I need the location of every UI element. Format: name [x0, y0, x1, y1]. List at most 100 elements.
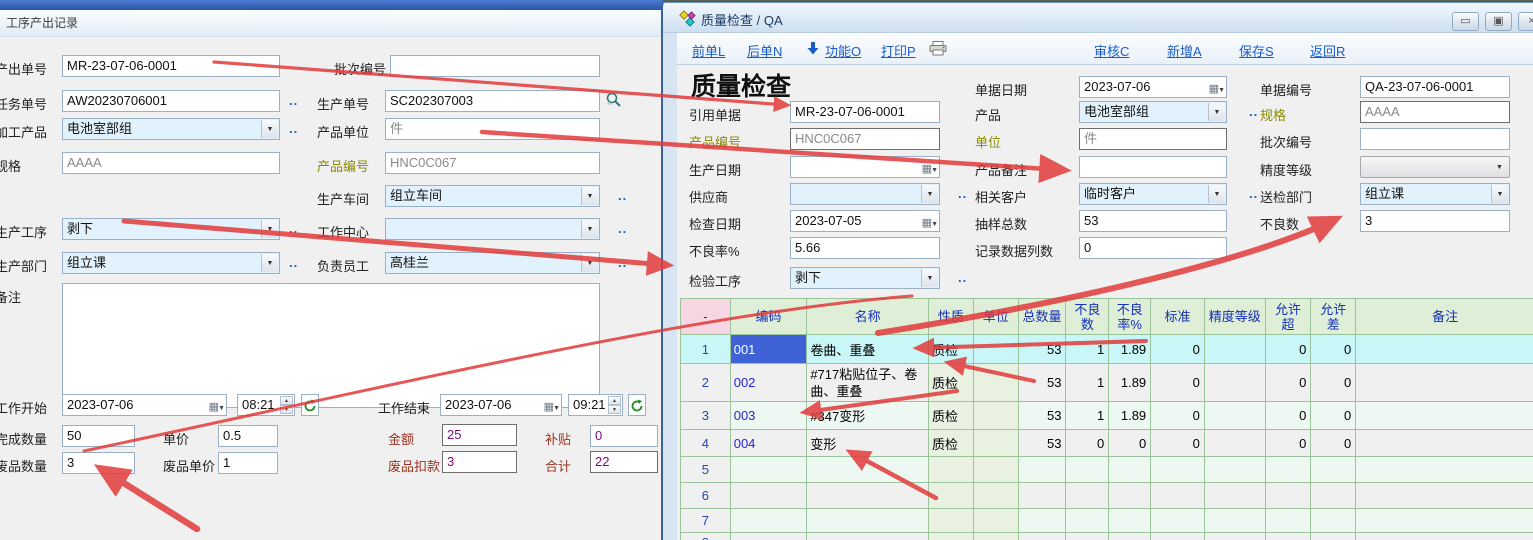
cell-r8c0[interactable]: 8 [681, 533, 731, 540]
chevron-down-icon[interactable]: ▼ [1208, 103, 1225, 121]
refresh-start-button[interactable] [301, 394, 319, 416]
process-lookup-button[interactable]: .. [289, 221, 298, 236]
cell-r2c9[interactable] [1204, 364, 1265, 402]
cell-r8c3[interactable] [928, 533, 973, 540]
cell-r3c12[interactable] [1356, 402, 1533, 430]
batch-no-field[interactable] [390, 55, 600, 77]
back-button[interactable]: 返回R [1310, 41, 1345, 60]
product-lookup-button[interactable]: .. [289, 121, 298, 136]
col-header-0[interactable]: - [681, 299, 731, 335]
qa-window-titlebar[interactable]: 质量检查 / QA ▭ ▣ × [663, 3, 1533, 33]
cell-r7c6[interactable] [1066, 509, 1109, 533]
cell-r7c12[interactable] [1356, 509, 1533, 533]
work-center-lookup-button[interactable]: .. [618, 221, 627, 236]
product-dropdown[interactable]: 电池室部组 ▼ [1079, 101, 1227, 123]
cell-r3c5[interactable]: 53 [1018, 402, 1066, 430]
cell-r1c8[interactable]: 0 [1151, 335, 1205, 364]
workshop-dropdown[interactable]: 组立车间 ▼ [385, 185, 600, 207]
cell-r4c12[interactable] [1356, 430, 1533, 457]
doc-no-field[interactable]: QA-23-07-06-0001 [1360, 76, 1510, 98]
record-cols-field[interactable]: 0 [1079, 237, 1227, 259]
dept-dropdown[interactable]: 组立课 ▼ [62, 252, 280, 274]
col-header-4[interactable]: 单位 [973, 299, 1018, 335]
calendar-icon[interactable]: ▦▼ [209, 397, 224, 416]
cell-r3c9[interactable] [1204, 402, 1265, 430]
cell-r8c12[interactable] [1356, 533, 1533, 540]
cell-r8c1[interactable] [730, 533, 807, 540]
cell-r8c7[interactable] [1109, 533, 1151, 540]
function-menu-button[interactable]: 功能O [825, 41, 861, 60]
chevron-down-icon[interactable]: ▼ [1491, 158, 1508, 176]
cell-r5c3[interactable] [928, 457, 973, 483]
cell-r3c8[interactable]: 0 [1151, 402, 1205, 430]
scrap-qty-field[interactable]: 3 [62, 452, 135, 474]
cell-r2c6[interactable]: 1 [1066, 364, 1109, 402]
refresh-end-button[interactable] [628, 394, 646, 416]
cell-r7c9[interactable] [1204, 509, 1265, 533]
task-no-field[interactable]: AW20230706001 [62, 90, 280, 112]
defect-rate-field[interactable]: 5.66 [790, 237, 940, 259]
defect-count-field[interactable]: 3 [1360, 210, 1510, 232]
product-dropdown[interactable]: 电池室部组 ▼ [62, 118, 280, 140]
cell-r6c7[interactable] [1109, 483, 1151, 509]
cell-r7c5[interactable] [1018, 509, 1066, 533]
cell-r2c8[interactable]: 0 [1151, 364, 1205, 402]
work-center-dropdown[interactable]: ▼ [385, 218, 600, 240]
cell-r2c4[interactable] [973, 364, 1018, 402]
cell-r6c4[interactable] [973, 483, 1018, 509]
cell-r2c12[interactable] [1356, 364, 1533, 402]
col-header-5[interactable]: 总数量 [1018, 299, 1066, 335]
cell-r1c6[interactable]: 1 [1066, 335, 1109, 364]
cell-r6c2[interactable] [807, 483, 929, 509]
cell-r6c3[interactable] [928, 483, 973, 509]
cell-r2c2[interactable]: #717粘贴位子、卷曲、重叠 [807, 364, 929, 402]
col-header-8[interactable]: 标准 [1151, 299, 1205, 335]
cell-r4c7[interactable]: 0 [1109, 430, 1151, 457]
col-header-3[interactable]: 性质 [928, 299, 973, 335]
cell-r5c6[interactable] [1066, 457, 1109, 483]
qty-done-field[interactable]: 50 [62, 425, 135, 447]
cell-r6c10[interactable] [1265, 483, 1311, 509]
process-dropdown[interactable]: 剥下 ▼ [62, 218, 280, 240]
subsidy-field[interactable]: 0 [590, 425, 658, 447]
cell-r1c10[interactable]: 0 [1265, 335, 1311, 364]
cell-r2c3[interactable]: 质检 [928, 364, 973, 402]
cell-r4c0[interactable]: 4 [681, 430, 731, 457]
add-button[interactable]: 新增A [1167, 41, 1202, 60]
cell-r3c6[interactable]: 1 [1066, 402, 1109, 430]
col-header-10[interactable]: 允许超 [1265, 299, 1311, 335]
cell-r2c1[interactable]: 002 [730, 364, 807, 402]
audit-button[interactable]: 审核C [1094, 41, 1129, 60]
cell-r6c12[interactable] [1356, 483, 1533, 509]
chevron-down-icon[interactable]: ▼ [261, 254, 278, 272]
cell-r1c12[interactable] [1356, 335, 1533, 364]
cell-r1c4[interactable] [973, 335, 1018, 364]
cell-r4c6[interactable]: 0 [1066, 430, 1109, 457]
cell-r2c10[interactable]: 0 [1265, 364, 1311, 402]
cell-r6c0[interactable]: 6 [681, 483, 731, 509]
chevron-down-icon[interactable]: ▼ [1208, 185, 1225, 203]
cell-r7c8[interactable] [1151, 509, 1205, 533]
calendar-icon[interactable]: ▦▼ [544, 397, 559, 416]
cell-r3c1[interactable]: 003 [730, 402, 807, 430]
cell-r6c1[interactable] [730, 483, 807, 509]
cell-r8c11[interactable] [1311, 533, 1356, 540]
cell-r1c0[interactable]: 1 [681, 335, 731, 364]
cell-r1c3[interactable]: 质检 [928, 335, 973, 364]
next-doc-button[interactable]: 后单N [747, 41, 782, 60]
print-button[interactable]: 打印P [881, 41, 916, 60]
chevron-down-icon[interactable]: ▼ [261, 220, 278, 238]
cell-r3c4[interactable] [973, 402, 1018, 430]
close-button[interactable]: × [1518, 12, 1533, 31]
cell-r3c10[interactable]: 0 [1265, 402, 1311, 430]
task-no-lookup-button[interactable]: .. [289, 93, 298, 108]
cell-r5c7[interactable] [1109, 457, 1151, 483]
col-header-11[interactable]: 允许差 [1311, 299, 1356, 335]
cell-r7c4[interactable] [973, 509, 1018, 533]
product-lookup-button[interactable]: .. [1249, 104, 1258, 119]
col-header-12[interactable]: 备注 [1356, 299, 1533, 335]
work-start-date[interactable]: 2023-07-06 ▦▼ [62, 394, 227, 416]
cell-r2c11[interactable]: 0 [1311, 364, 1356, 402]
cell-r4c4[interactable] [973, 430, 1018, 457]
cell-r4c10[interactable]: 0 [1265, 430, 1311, 457]
